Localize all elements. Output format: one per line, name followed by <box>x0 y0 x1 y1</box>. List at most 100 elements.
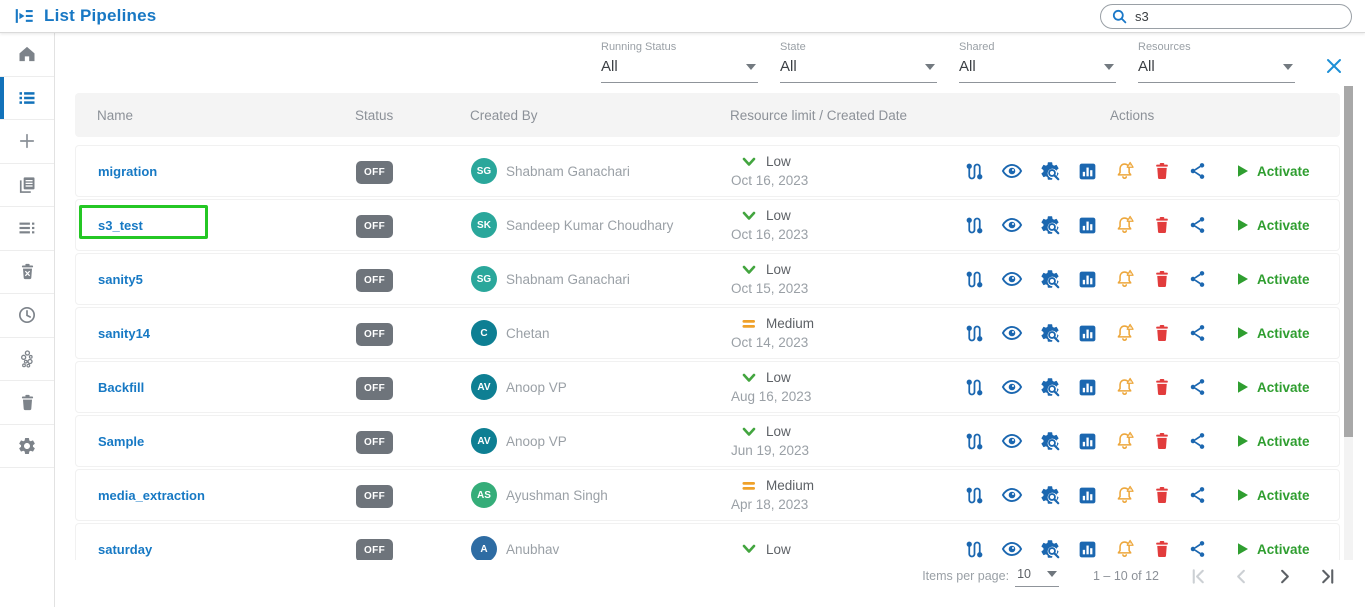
trash-delete-icon <box>1152 377 1172 397</box>
delete-button[interactable] <box>1152 485 1172 505</box>
pipeline-name-link[interactable]: s3_test <box>98 218 143 233</box>
sidebar-item-graph[interactable] <box>0 338 54 382</box>
analytics-button[interactable] <box>1077 161 1098 182</box>
run-settings-button[interactable] <box>1039 430 1061 452</box>
delete-button[interactable] <box>1152 539 1172 559</box>
scrollbar-thumb[interactable] <box>1344 86 1353 437</box>
first-page-button[interactable] <box>1189 567 1208 586</box>
pipeline-runs-button[interactable] <box>964 539 985 560</box>
analytics-button[interactable] <box>1077 323 1098 344</box>
share-button[interactable] <box>1188 539 1208 559</box>
scrollbar-track[interactable] <box>1344 86 1353 560</box>
top-bar: List Pipelines s3 <box>0 0 1365 33</box>
analytics-button[interactable] <box>1077 269 1098 290</box>
activate-button[interactable]: Activate <box>1236 164 1310 179</box>
share-button[interactable] <box>1188 485 1208 505</box>
pipeline-name-link[interactable]: Backfill <box>98 380 144 395</box>
sidebar-item-home[interactable] <box>0 33 54 77</box>
pipeline-name-link[interactable]: migration <box>98 164 157 179</box>
sidebar-item-settings[interactable] <box>0 425 54 469</box>
pipeline-runs-button[interactable] <box>964 269 985 290</box>
run-settings-button[interactable] <box>1039 268 1061 290</box>
analytics-button[interactable] <box>1077 539 1098 560</box>
view-button[interactable] <box>1001 268 1023 290</box>
sidebar-item-history[interactable] <box>0 294 54 338</box>
sidebar-item-trash[interactable] <box>0 381 54 425</box>
delete-button[interactable] <box>1152 161 1172 181</box>
alerts-button[interactable] <box>1114 322 1136 344</box>
share-button[interactable] <box>1188 215 1208 235</box>
sidebar-item-delete-forever[interactable] <box>0 251 54 295</box>
run-settings-button[interactable] <box>1039 538 1061 560</box>
delete-button[interactable] <box>1152 269 1172 289</box>
pipeline-runs-button[interactable] <box>964 215 985 236</box>
analytics-button[interactable] <box>1077 377 1098 398</box>
view-button[interactable] <box>1001 214 1023 236</box>
view-button[interactable] <box>1001 538 1023 560</box>
pipeline-name-link[interactable]: sanity14 <box>98 326 150 341</box>
delete-button[interactable] <box>1152 377 1172 397</box>
analytics-button[interactable] <box>1077 485 1098 506</box>
run-settings-button[interactable] <box>1039 214 1061 236</box>
search-input[interactable]: s3 <box>1100 4 1352 29</box>
filter-dropdown[interactable]: State All <box>780 41 937 83</box>
share-button[interactable] <box>1188 323 1208 343</box>
alerts-button[interactable] <box>1114 268 1136 290</box>
sidebar-item-list-pipelines[interactable] <box>0 77 54 121</box>
run-settings-button[interactable] <box>1039 376 1061 398</box>
activate-button[interactable]: Activate <box>1236 326 1310 341</box>
activate-button[interactable]: Activate <box>1236 434 1310 449</box>
pipeline-runs-button[interactable] <box>964 485 985 506</box>
view-button[interactable] <box>1001 376 1023 398</box>
activate-button[interactable]: Activate <box>1236 542 1310 557</box>
view-button[interactable] <box>1001 322 1023 344</box>
avatar: AV <box>471 428 497 454</box>
pipeline-name-link[interactable]: media_extraction <box>98 488 205 503</box>
filter-dropdown[interactable]: Running Status All <box>601 41 758 83</box>
run-settings-button[interactable] <box>1039 160 1061 182</box>
alerts-button[interactable] <box>1114 484 1136 506</box>
next-page-button[interactable] <box>1275 567 1294 586</box>
share-button[interactable] <box>1188 269 1208 289</box>
view-button[interactable] <box>1001 484 1023 506</box>
pipeline-name-link[interactable]: saturday <box>98 542 152 557</box>
activate-button[interactable]: Activate <box>1236 488 1310 503</box>
activate-button[interactable]: Activate <box>1236 218 1310 233</box>
pipeline-runs-button[interactable] <box>964 323 985 344</box>
pipeline-runs-button[interactable] <box>964 377 985 398</box>
pipeline-name-link[interactable]: sanity5 <box>98 272 143 287</box>
alerts-button[interactable] <box>1114 430 1136 452</box>
delete-button[interactable] <box>1152 323 1172 343</box>
view-button[interactable] <box>1001 430 1023 452</box>
sidebar-item-add-pipeline[interactable] <box>0 120 54 164</box>
close-filters-button[interactable] <box>1325 57 1343 80</box>
alerts-button[interactable] <box>1114 160 1136 182</box>
alerts-button[interactable] <box>1114 538 1136 560</box>
delete-button[interactable] <box>1152 215 1172 235</box>
items-per-page-select[interactable]: 10 <box>1015 565 1059 587</box>
pipeline-name-link[interactable]: Sample <box>98 434 144 449</box>
analytics-button[interactable] <box>1077 215 1098 236</box>
previous-page-button[interactable] <box>1232 567 1251 586</box>
creator-name: Chetan <box>506 326 550 341</box>
view-button[interactable] <box>1001 160 1023 182</box>
share-button[interactable] <box>1188 431 1208 451</box>
share-button[interactable] <box>1188 161 1208 181</box>
activate-button[interactable]: Activate <box>1236 380 1310 395</box>
sidebar-item-templates[interactable] <box>0 164 54 208</box>
alerts-button[interactable] <box>1114 376 1136 398</box>
analytics-chart-icon <box>1077 539 1098 560</box>
activate-button[interactable]: Activate <box>1236 272 1310 287</box>
run-settings-button[interactable] <box>1039 484 1061 506</box>
pipeline-runs-button[interactable] <box>964 161 985 182</box>
run-settings-button[interactable] <box>1039 322 1061 344</box>
analytics-button[interactable] <box>1077 431 1098 452</box>
delete-button[interactable] <box>1152 431 1172 451</box>
filter-dropdown[interactable]: Shared All <box>959 41 1116 83</box>
last-page-button[interactable] <box>1318 567 1337 586</box>
share-button[interactable] <box>1188 377 1208 397</box>
alerts-button[interactable] <box>1114 214 1136 236</box>
pipeline-runs-button[interactable] <box>964 431 985 452</box>
sidebar-item-toc[interactable] <box>0 207 54 251</box>
filter-dropdown[interactable]: Resources All <box>1138 41 1295 83</box>
